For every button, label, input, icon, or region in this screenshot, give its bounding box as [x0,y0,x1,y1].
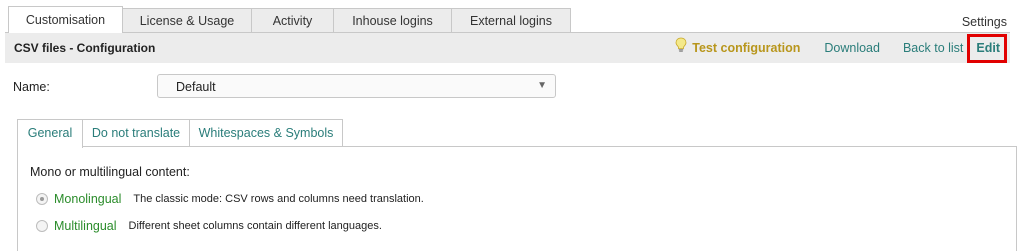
general-panel: Mono or multilingual content: Monolingua… [17,146,1017,251]
config-header-bar: CSV files - Configuration Test configura… [5,32,1010,63]
edit-highlight: Edit [967,33,1007,63]
tab-external-logins[interactable]: External logins [451,8,571,33]
top-tabs: Customisation License & Usage Activity I… [8,6,571,33]
page-title: CSV files - Configuration [14,41,156,55]
tab-activity[interactable]: Activity [251,8,334,33]
monolingual-description: The classic mode: CSV rows and columns n… [133,193,424,205]
tab-customisation[interactable]: Customisation [8,6,123,33]
download-link[interactable]: Download [824,41,880,55]
section-label: Mono or multilingual content: [30,165,190,179]
tab-license-usage[interactable]: License & Usage [122,8,252,33]
edit-button[interactable]: Edit [976,41,1000,55]
tab-do-not-translate[interactable]: Do not translate [82,119,190,147]
back-to-list-link[interactable]: Back to list [903,41,963,55]
monolingual-label: Monolingual [54,192,122,206]
multilingual-label: Multilingual [54,219,117,233]
tab-inhouse-logins[interactable]: Inhouse logins [333,8,452,33]
multilingual-description: Different sheet columns contain differen… [128,220,382,232]
tab-whitespaces-symbols[interactable]: Whitespaces & Symbols [189,119,343,147]
test-configuration-button[interactable]: Test configuration [675,37,801,55]
monolingual-option[interactable]: Monolingual The classic mode: CSV rows a… [36,192,424,206]
multilingual-radio[interactable] [36,220,48,232]
header-actions: Test configuration Download Back to list… [675,33,1010,63]
name-label: Name: [13,80,50,94]
chevron-down-icon: ▼ [537,80,547,91]
lightbulb-icon [675,37,687,52]
tab-general[interactable]: General [17,119,83,148]
multilingual-option[interactable]: Multilingual Different sheet columns con… [36,219,382,233]
config-sub-tabs: General Do not translate Whitespaces & S… [17,119,343,148]
page: Customisation License & Usage Activity I… [0,0,1017,251]
monolingual-radio[interactable] [36,193,48,205]
name-select-value: Default [176,80,216,94]
settings-link[interactable]: Settings [962,15,1007,29]
name-select[interactable]: Default ▼ [157,74,556,98]
test-configuration-label: Test configuration [692,41,801,55]
